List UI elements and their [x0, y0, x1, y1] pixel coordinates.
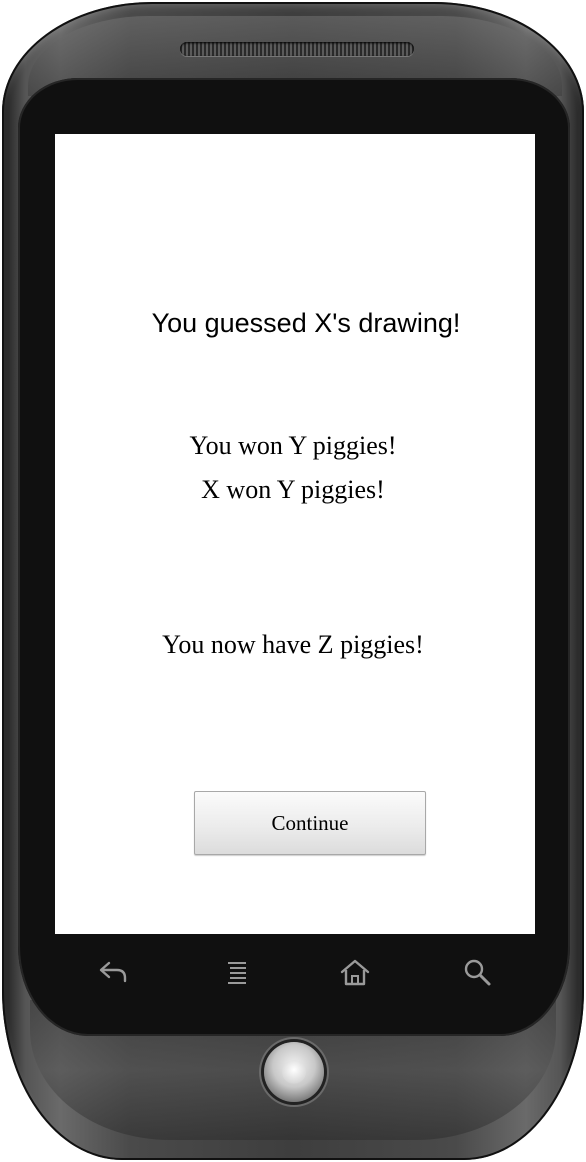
you-won-text: You won Y piggies! [189, 431, 397, 460]
continue-button-label: Continue [271, 810, 349, 835]
x-won-text: X won Y piggies! [201, 475, 385, 504]
home-icon[interactable] [335, 952, 375, 992]
menu-icon[interactable] [217, 952, 257, 992]
result-title: You guessed X's drawing! [151, 308, 461, 338]
back-icon[interactable] [93, 952, 133, 992]
total-piggies-text: You now have Z piggies! [162, 630, 424, 659]
android-nav-bar [55, 940, 535, 1000]
continue-button[interactable]: Continue [194, 791, 426, 855]
trackball-center [282, 1060, 306, 1084]
trackball[interactable] [264, 1042, 324, 1102]
earpiece-speaker [180, 42, 414, 56]
search-icon[interactable] [457, 952, 497, 992]
